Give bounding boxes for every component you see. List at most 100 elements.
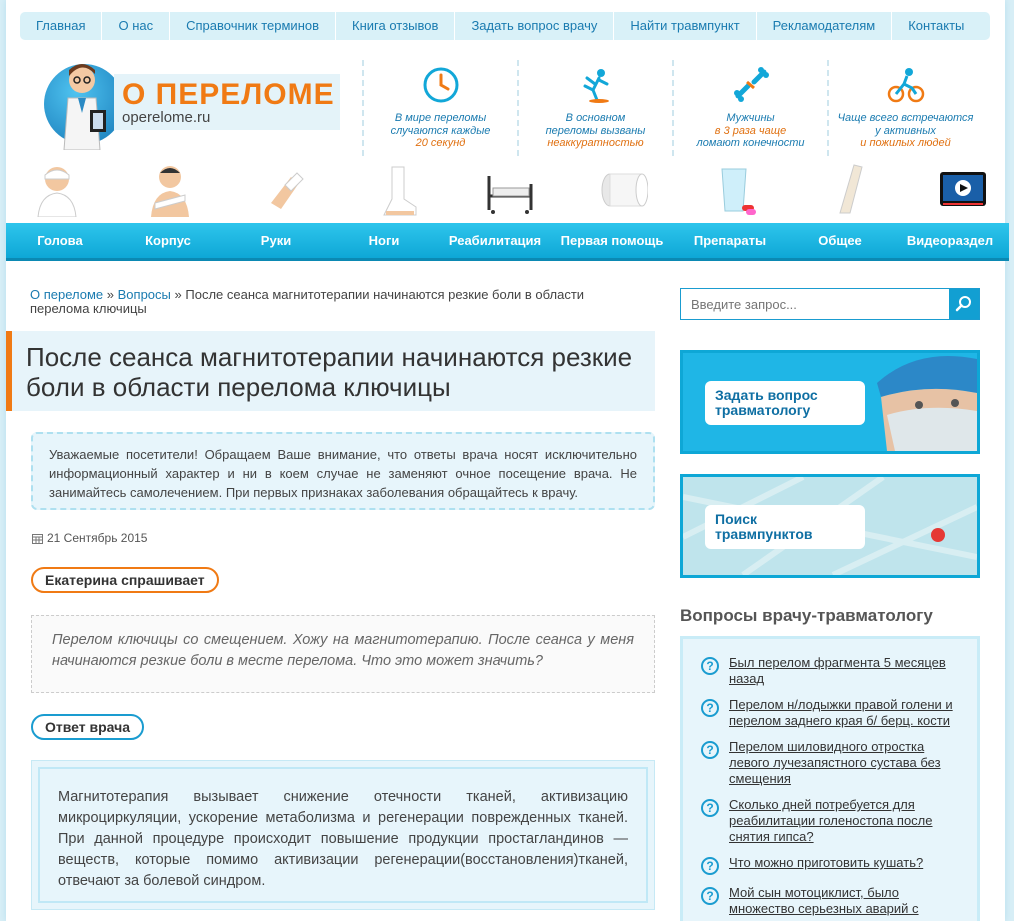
broken-bone-icon: [733, 67, 769, 102]
list-item: ? Был перелом фрагмента 5 месяцев назад: [701, 655, 963, 687]
hospital-bed-icon[interactable]: [483, 163, 537, 217]
page-title-box: После сеанса магнитотерапии начинаются р…: [6, 331, 655, 411]
main-menu: Голова Корпус Руки Ноги Реабилитация Пер…: [6, 223, 1009, 261]
logo-text-box: О ПЕРЕЛОМЕ operelome.ru: [114, 74, 340, 130]
answer-text: Магнитотерапия вызывает снижение отечнос…: [38, 767, 648, 903]
fact-line: неаккуратностью: [547, 137, 644, 149]
foot-cast-icon[interactable]: [370, 163, 424, 217]
page-title: После сеанса магнитотерапии начинаются р…: [26, 342, 633, 402]
doctor-mascot-icon: [63, 64, 106, 150]
question-text: Перелом ключицы со смещением. Хожу на ма…: [31, 615, 655, 693]
bandage-roll-icon[interactable]: [596, 163, 650, 217]
fact-item: В основном переломы вызваны неаккуратность…: [517, 60, 672, 156]
disclaimer-notice: Уважаемые посетители! Обращаем Ваше вним…: [31, 432, 655, 510]
post-date: 21 Сентябрь 2015: [32, 531, 147, 545]
search-input[interactable]: [681, 289, 949, 319]
questions-list: ? Был перелом фрагмента 5 месяцев назад ?…: [680, 636, 980, 921]
nav-guestbook[interactable]: Книга отзывов: [336, 12, 456, 40]
fact-line: в 3 раза чаще: [714, 124, 787, 137]
fact-line: 20 секунд: [415, 137, 466, 149]
search-icon: [955, 296, 971, 312]
menu-rehabilitation[interactable]: Реабилитация: [438, 233, 552, 248]
question-link[interactable]: Перелом шиловидного отростка левого луче…: [729, 739, 963, 787]
category-images: [20, 160, 1000, 220]
nav-glossary[interactable]: Справочник терминов: [170, 12, 337, 40]
top-nav: Главная О нас Справочник терминов Книга …: [20, 12, 990, 40]
list-item: ? Сколько дней потребуется для реабилитац…: [701, 797, 963, 845]
hand-cast-icon[interactable]: [257, 163, 311, 217]
nav-contacts[interactable]: Контакты: [892, 12, 980, 40]
list-item: ? Перелом шиловидного отростка левого луч…: [701, 739, 963, 787]
answer-box: Магнитотерапия вызывает снижение отечнос…: [31, 760, 655, 910]
fact-line: переломы вызваны: [545, 124, 646, 137]
logo-domain: operelome.ru: [122, 109, 211, 126]
question-link[interactable]: Сколько дней потребуется для реабилитаци…: [729, 797, 963, 845]
list-item: ? Мой сын мотоциклист, было множество сер…: [701, 885, 963, 917]
head-bandage-icon[interactable]: [30, 163, 84, 217]
nav-about[interactable]: О нас: [102, 12, 171, 40]
nav-ask-doctor[interactable]: Задать вопрос врачу: [455, 12, 615, 40]
menu-torso[interactable]: Корпус: [114, 233, 222, 248]
fact-item: В мире переломы случаются каждые 20 секунд: [362, 60, 517, 156]
question-icon: ?: [701, 799, 719, 817]
fact-line: у активных: [875, 124, 936, 137]
breadcrumb-separator: »: [174, 287, 182, 302]
question-link[interactable]: Был перелом фрагмента 5 месяцев назад: [729, 655, 963, 687]
question-icon: ?: [701, 887, 719, 905]
find-clinic-banner[interactable]: Поиск травмпунктов: [680, 474, 980, 578]
menu-drugs[interactable]: Препараты: [672, 233, 788, 248]
breadcrumb: О переломе » Вопросы » После сеанса магн…: [30, 288, 630, 316]
fact-line: случаются каждые: [390, 124, 491, 137]
fact-line: Мужчины: [726, 112, 775, 124]
breadcrumb-home[interactable]: О переломе: [30, 287, 103, 302]
fact-line: В основном: [565, 112, 626, 124]
asker-badge: Екатерина спрашивает: [31, 567, 219, 593]
menu-head[interactable]: Голова: [6, 233, 114, 248]
video-icon[interactable]: [936, 163, 990, 217]
question-link[interactable]: Что можно приготовить кушать?: [729, 855, 923, 871]
sidebar-title: Вопросы врачу-травматологу: [680, 606, 933, 625]
menu-general[interactable]: Общее: [788, 233, 892, 248]
nav-advertisers[interactable]: Рекламодателям: [757, 12, 893, 40]
breadcrumb-current: После сеанса магнитотерапии начинаются р…: [30, 287, 585, 316]
surgeon-photo: [877, 356, 977, 451]
list-item: ? Что можно приготовить кушать?: [701, 855, 963, 875]
ask-traumatologist-banner[interactable]: Задать вопрос травматологу: [680, 350, 980, 454]
menu-video[interactable]: Видеораздел: [892, 233, 1008, 248]
fact-item: Мужчины в 3 раза чаще ломают конечности: [672, 60, 827, 156]
fact-item: Чаще всего встречаются у активных и пожилы…: [827, 60, 982, 156]
fact-line: ломают конечности: [696, 137, 805, 149]
question-link[interactable]: Мой сын мотоциклист, было множество серь…: [729, 885, 963, 917]
clock-icon: [423, 67, 458, 103]
breadcrumb-section[interactable]: Вопросы: [118, 287, 171, 302]
menu-arms[interactable]: Руки: [222, 233, 330, 248]
water-pills-icon[interactable]: [710, 163, 764, 217]
search-form: [680, 288, 980, 320]
menu-first-aid[interactable]: Первая помощь: [552, 233, 672, 248]
leg-splint-icon[interactable]: [823, 163, 877, 217]
list-item: ? Перелом н/лодыжки правой голени и перел…: [701, 697, 963, 729]
nav-find-clinic[interactable]: Найти травмпункт: [614, 12, 757, 40]
fact-line: Чаще всего встречаются: [837, 112, 974, 124]
question-link[interactable]: Перелом н/лодыжки правой голени и перело…: [729, 697, 963, 729]
logo-title: О ПЕРЕЛОМЕ: [122, 78, 335, 111]
torso-bandage-icon[interactable]: [143, 163, 197, 217]
fact-line: и пожилых людей: [860, 137, 951, 149]
cyclist-icon: [887, 68, 924, 103]
fact-line: В мире переломы: [394, 112, 487, 124]
breadcrumb-separator: »: [106, 287, 115, 302]
site-logo[interactable]: О ПЕРЕЛОМЕ operelome.ru: [44, 58, 344, 158]
facts-strip: В мире переломы случаются каждые 20 секунд…: [362, 60, 982, 156]
search-button[interactable]: [949, 289, 979, 319]
question-icon: ?: [701, 699, 719, 717]
ask-traumatologist-label: Задать вопрос травматологу: [705, 381, 865, 425]
question-icon: ?: [701, 741, 719, 759]
page: Главная О нас Справочник терминов Книга …: [6, 0, 1009, 921]
question-icon: ?: [701, 857, 719, 875]
question-icon: ?: [701, 657, 719, 675]
find-clinic-label: Поиск травмпунктов: [705, 505, 865, 549]
menu-legs[interactable]: Ноги: [330, 233, 438, 248]
nav-home[interactable]: Главная: [20, 12, 103, 40]
post-date-text: 21 Сентябрь 2015: [47, 531, 148, 545]
falling-person-icon: [583, 69, 609, 103]
